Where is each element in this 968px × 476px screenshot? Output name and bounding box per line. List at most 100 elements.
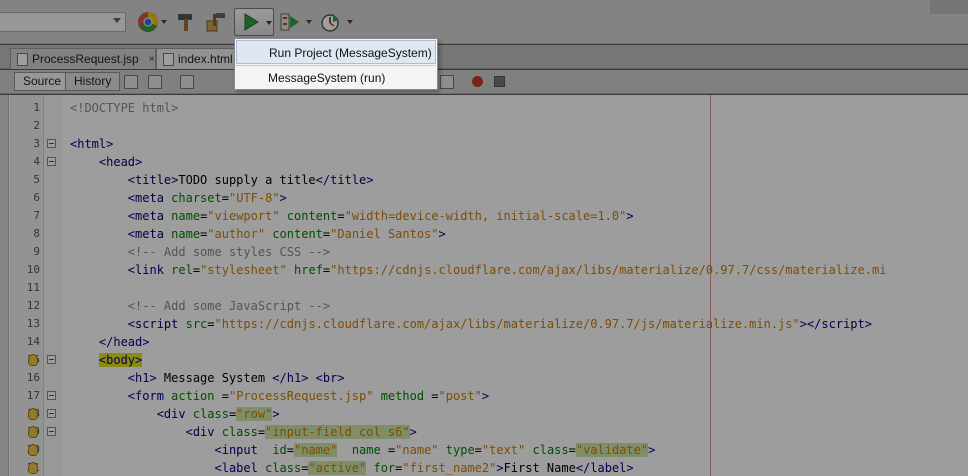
code-line[interactable]: 18 <div class="row"> (0, 405, 968, 423)
code-line[interactable]: 17 <form action ="ProcessRequest.jsp" me… (0, 387, 968, 405)
code-text: <label class="active" for="first_name2">… (214, 461, 634, 475)
code-text: <head> (98, 155, 143, 169)
fold-toggle-icon[interactable] (47, 427, 56, 436)
code-line[interactable]: 15 <body> (0, 351, 968, 369)
menu-item-messagesystem-run[interactable]: MessageSystem (run) (236, 66, 436, 90)
fold-toggle-icon[interactable] (47, 355, 56, 364)
tab-processrequest-jsp[interactable]: ProcessRequest.jsp × (10, 48, 156, 69)
line-number: 2 (33, 119, 40, 132)
debug-project-icon[interactable] (278, 10, 302, 34)
line-number: 13 (26, 317, 40, 330)
code-text: </head> (98, 335, 150, 349)
fold-toggle-icon[interactable] (47, 139, 56, 148)
code-line[interactable]: 8 <meta name="author" content="Daniel Sa… (0, 225, 968, 243)
configuration-combo[interactable] (0, 12, 126, 32)
code-line[interactable]: 6 <meta charset="UTF-8"> (0, 189, 968, 207)
line-number: 10 (26, 263, 40, 276)
toolbar-corner (930, 0, 968, 14)
forward-icon[interactable] (180, 75, 194, 89)
hint-bulb-icon[interactable] (28, 354, 38, 366)
code-line[interactable]: 5 <title>TODO supply a title</title> (0, 171, 968, 189)
run-dropdown-menu: Run Project (MessageSystem) MessageSyste… (234, 38, 438, 90)
code-text: <h1> Message System </h1> <br> (127, 371, 345, 385)
line-number: 3 (33, 137, 40, 150)
code-line[interactable]: 19 <div class="input-field col s6"> (0, 423, 968, 441)
profile-project-icon[interactable] (318, 10, 342, 34)
code-line[interactable]: 9 <!-- Add some styles CSS --> (0, 243, 968, 261)
code-line[interactable]: 14 </head> (0, 333, 968, 351)
chrome-icon[interactable] (136, 10, 160, 34)
tab-label: ProcessRequest.jsp (32, 52, 139, 66)
hammer-icon[interactable] (174, 10, 198, 34)
clean-build-icon[interactable] (204, 10, 228, 34)
hint-bulb-icon[interactable] (28, 444, 38, 456)
last-edit-icon[interactable] (124, 75, 138, 89)
chevron-down-icon[interactable] (306, 20, 312, 24)
hint-bulb-icon[interactable] (28, 408, 38, 420)
hint-bulb-icon[interactable] (28, 426, 38, 438)
code-line[interactable]: 2 (0, 117, 968, 135)
code-line[interactable]: 20 <input id="name" name ="name" type="t… (0, 441, 968, 459)
code-text: <link rel="stylesheet" href="https://cdn… (127, 263, 887, 277)
line-number: 4 (33, 155, 40, 168)
code-line[interactable]: 11 (0, 279, 968, 297)
code-text: <html> (70, 137, 114, 151)
code-line[interactable]: 13 <script src="https://cdnjs.cloudflare… (0, 315, 968, 333)
code-line[interactable]: 4 <head> (0, 153, 968, 171)
code-text: <!-- Add some styles CSS --> (127, 245, 331, 259)
code-text: <meta charset="UTF-8"> (127, 191, 287, 205)
line-number: 14 (26, 335, 40, 348)
code-line[interactable]: 21 <label class="active" for="first_name… (0, 459, 968, 476)
line-number: 8 (33, 227, 40, 240)
tab-index-html[interactable]: index.html (156, 48, 236, 69)
fold-toggle-icon[interactable] (47, 409, 56, 418)
editor-toolbar: Source History (0, 70, 968, 94)
start-macro-recording-icon[interactable] (472, 76, 483, 87)
editor-tabs: ProcessRequest.jsp × index.html (0, 45, 968, 69)
play-icon (244, 13, 259, 31)
code-editor[interactable]: 1 <!DOCTYPE html> 2 3 <html> 4 <head> 5 <title… (0, 95, 968, 476)
code-text: <input id="name" name ="name" type="text… (214, 443, 656, 457)
code-text: <meta name="viewport" content="width=dev… (127, 209, 634, 223)
fold-toggle-icon[interactable] (47, 391, 56, 400)
line-number: 6 (33, 191, 40, 204)
jsp-file-icon (17, 52, 28, 66)
line-number: 7 (33, 209, 40, 222)
code-text: <div class="row"> (156, 407, 280, 421)
code-line[interactable]: 1 <!DOCTYPE html> (0, 99, 968, 117)
code-text: <script src="https://cdnjs.cloudflare.co… (127, 317, 872, 331)
code-text: <body> (98, 353, 143, 367)
history-button[interactable]: History (65, 72, 121, 91)
run-project-button[interactable] (234, 8, 274, 36)
back-icon[interactable] (148, 75, 162, 89)
chevron-down-icon[interactable] (347, 20, 353, 24)
main-toolbar (0, 0, 968, 44)
line-number: 11 (26, 281, 40, 294)
html-file-icon (163, 52, 174, 66)
code-line[interactable]: 10 <link rel="stylesheet" href="https://… (0, 261, 968, 279)
code-text: <!-- Add some JavaScript --> (127, 299, 331, 313)
close-icon[interactable]: × (149, 54, 155, 65)
source-button[interactable]: Source (14, 72, 71, 91)
code-line[interactable]: 12 <!-- Add some JavaScript --> (0, 297, 968, 315)
fold-toggle-icon[interactable] (47, 157, 56, 166)
line-number: 1 (33, 101, 40, 114)
hint-bulb-icon[interactable] (28, 462, 38, 474)
code-line[interactable]: 3 <html> (0, 135, 968, 153)
line-number: 16 (26, 371, 40, 384)
chevron-down-icon (113, 18, 121, 23)
line-number: 12 (26, 299, 40, 312)
stop-macro-recording-icon[interactable] (494, 76, 505, 87)
code-text: <meta name="author" content="Daniel Sant… (127, 227, 446, 241)
code-line[interactable]: 7 <meta name="viewport" content="width=d… (0, 207, 968, 225)
code-text: <form action ="ProcessRequest.jsp" metho… (127, 389, 490, 403)
chevron-down-icon[interactable] (266, 21, 272, 25)
next-bookmark-icon[interactable] (440, 75, 454, 89)
line-number: 17 (26, 389, 40, 402)
code-text: <title>TODO supply a title</title> (127, 173, 374, 187)
menu-item-run-project[interactable]: Run Project (MessageSystem) (236, 40, 436, 64)
code-line[interactable]: 16 <h1> Message System </h1> <br> (0, 369, 968, 387)
chevron-down-icon[interactable] (161, 20, 167, 24)
line-number: 5 (33, 173, 40, 186)
code-text: <!DOCTYPE html> (70, 101, 179, 115)
